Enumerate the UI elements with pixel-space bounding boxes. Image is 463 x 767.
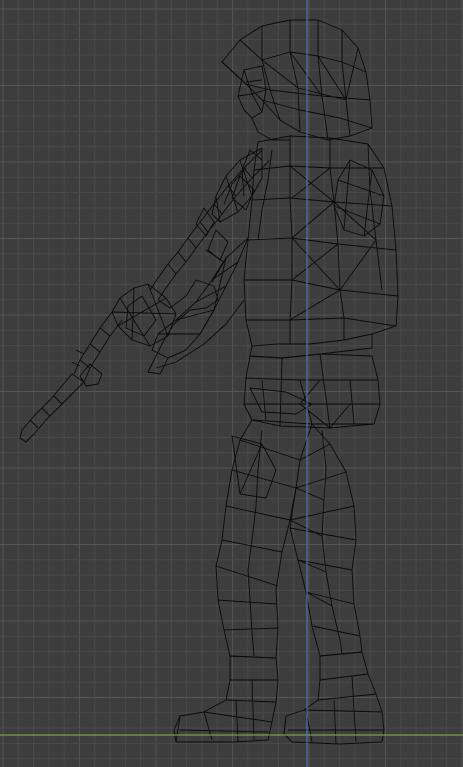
3d-viewport[interactable] xyxy=(0,0,463,767)
viewport-canvas[interactable] xyxy=(0,0,463,767)
